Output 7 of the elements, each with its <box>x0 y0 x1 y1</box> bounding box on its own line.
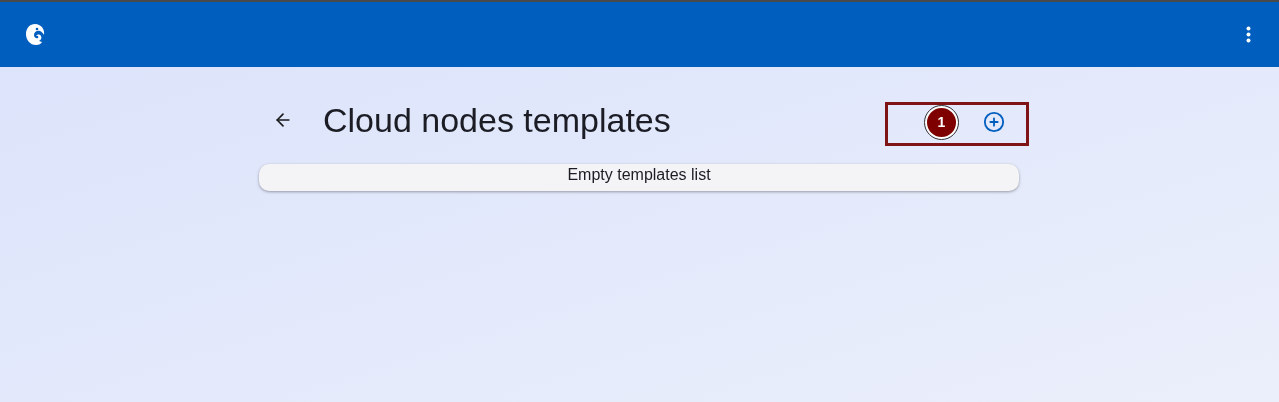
empty-state-message: Empty templates list <box>259 164 1019 191</box>
page-title: Cloud nodes templates <box>323 103 671 137</box>
step-badge: 1 <box>925 106 958 139</box>
more-vertical-icon <box>1246 26 1251 43</box>
add-button[interactable] <box>983 111 1005 133</box>
add-icon <box>983 111 1005 133</box>
chameleon-logo-icon[interactable] <box>24 22 46 47</box>
